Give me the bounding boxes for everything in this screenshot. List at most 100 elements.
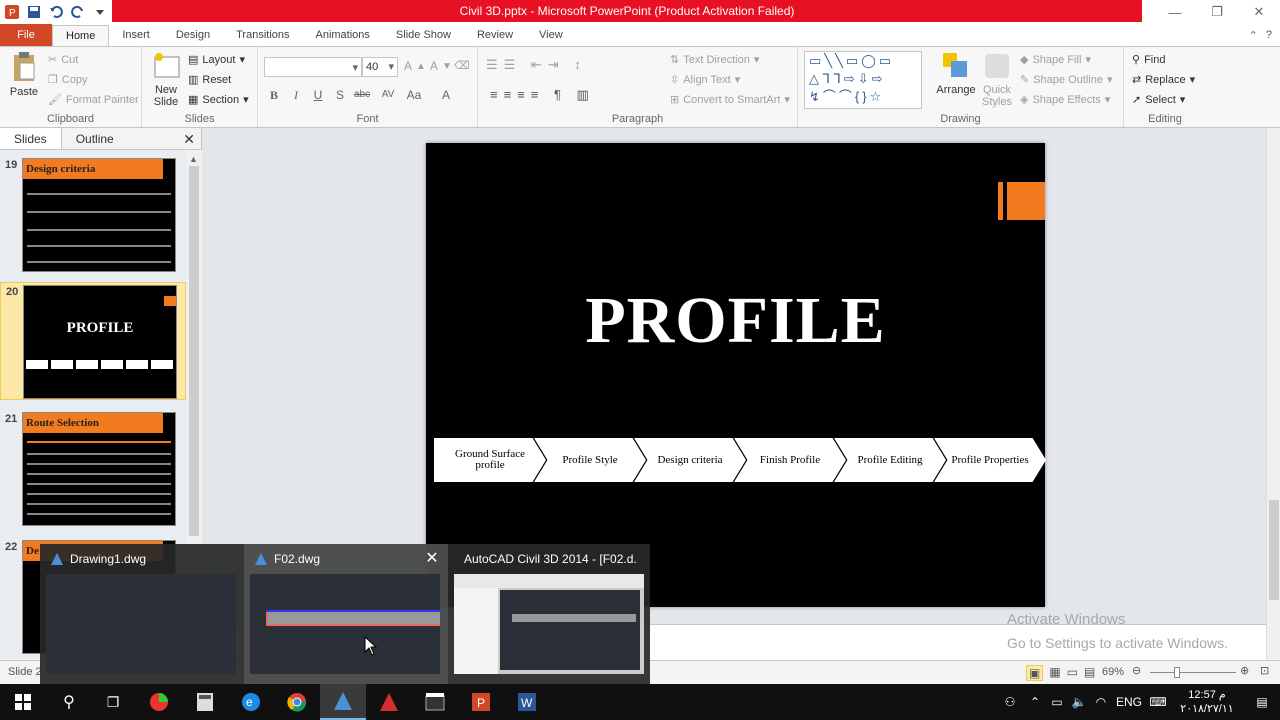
tab-design[interactable]: Design <box>163 24 223 46</box>
restore-icon[interactable]: ❐ <box>1196 0 1238 24</box>
process-step[interactable]: Profile Editing <box>834 438 946 482</box>
volume-icon[interactable]: 🔈 <box>1068 695 1090 709</box>
new-slide-button[interactable]: New Slide <box>148 51 184 108</box>
tab-review[interactable]: Review <box>464 24 526 46</box>
slide-thumbnail[interactable]: 19 Design criteria <box>0 156 186 274</box>
process-step[interactable]: Finish Profile <box>734 438 846 482</box>
clear-formatting-icon[interactable]: ⌫ <box>454 59 470 72</box>
font-grow-shrink-icons[interactable]: A ▲ A ▼ <box>404 59 452 73</box>
paste-button[interactable]: Paste <box>6 51 42 98</box>
shape-fill-button[interactable]: ◆ Shape Fill ▾ <box>1020 53 1091 67</box>
search-icon[interactable]: ⚲ <box>46 684 92 720</box>
powerpoint-icon[interactable]: P <box>458 684 504 720</box>
help-icon[interactable]: ? <box>1266 29 1272 41</box>
clock[interactable]: 12:57 م ٢٠١٨/٢٧/١١ <box>1170 688 1244 716</box>
slide-sorter-icon[interactable]: ▦ <box>1049 665 1060 681</box>
main-slide[interactable]: PROFILE Ground Surface profile Profile S… <box>426 143 1046 607</box>
tab-transitions[interactable]: Transitions <box>223 24 302 46</box>
tab-file[interactable]: File <box>0 24 52 46</box>
fit-slide-icon[interactable]: ⊡ <box>1260 664 1269 677</box>
minimize-ribbon-icon[interactable]: ⌃ <box>1249 29 1258 42</box>
tab-view[interactable]: View <box>526 24 576 46</box>
scroll-thumb[interactable] <box>189 166 199 536</box>
slide-title[interactable]: PROFILE <box>426 283 1045 359</box>
align-text-button[interactable]: ⇳ Align Text ▾ <box>670 73 740 87</box>
font-color-icon[interactable]: A <box>438 87 454 103</box>
change-case-icon[interactable]: Aa <box>406 87 422 103</box>
select-button[interactable]: ➚ Select ▾ <box>1132 93 1185 107</box>
quick-styles-button[interactable]: Quick Styles <box>978 51 1016 108</box>
close-panel-icon[interactable]: ✕ <box>183 128 201 149</box>
shadow-icon[interactable]: S <box>332 87 348 103</box>
wifi-icon[interactable]: ◠ <box>1090 695 1112 709</box>
section-button[interactable]: ▦ Section ▾ <box>188 93 249 107</box>
zoom-slider[interactable] <box>1150 672 1236 673</box>
taskbar-preview-hovered[interactable]: F02.dwg ✕ <box>244 544 448 684</box>
tab-home[interactable]: Home <box>52 25 110 46</box>
bold-icon[interactable]: B <box>266 87 282 103</box>
taskbar-app[interactable] <box>136 684 182 720</box>
editor-scrollbar[interactable] <box>1266 128 1280 660</box>
tab-slide-show[interactable]: Slide Show <box>383 24 464 46</box>
process-step[interactable]: Profile Properties <box>934 438 1046 482</box>
reading-view-icon[interactable]: ▭ <box>1067 665 1078 681</box>
character-spacing-icon[interactable]: AV <box>380 87 396 103</box>
italic-icon[interactable]: I <box>288 87 304 103</box>
undo-icon[interactable] <box>48 4 64 20</box>
shape-outline-button[interactable]: ✎ Shape Outline ▾ <box>1020 73 1112 87</box>
zoom-slider-thumb[interactable] <box>1174 667 1180 678</box>
font-name-combo[interactable]: ▾ <box>264 57 362 77</box>
word-icon[interactable]: W <box>504 684 550 720</box>
keyboard-icon[interactable]: ⌨ <box>1146 695 1170 709</box>
start-button[interactable] <box>0 684 46 720</box>
close-icon[interactable]: ✕ <box>1238 0 1280 24</box>
text-direction-button[interactable]: ⇅ Text Direction ▾ <box>670 53 759 67</box>
font-size-combo[interactable]: 40 ▾ <box>362 57 398 77</box>
normal-view-icon[interactable]: ▣ <box>1026 665 1044 681</box>
autocad-civil3d-icon[interactable] <box>320 684 366 720</box>
alignment-buttons[interactable]: ≡≡≡≡ ¶ ▥ <box>490 87 595 103</box>
replace-button[interactable]: ⇄ Replace ▾ <box>1132 73 1195 87</box>
edge-icon[interactable]: e <box>228 684 274 720</box>
format-painter-button[interactable]: 🖌 Format Painter <box>48 93 139 107</box>
strikethrough-icon[interactable]: abc <box>354 87 370 103</box>
slide-thumbnail[interactable]: 21 Route Selection <box>0 410 186 528</box>
task-view-icon[interactable]: ❐ <box>90 684 136 720</box>
process-step[interactable]: Ground Surface profile <box>434 438 546 482</box>
underline-icon[interactable]: U <box>310 87 326 103</box>
convert-smartart-button[interactable]: ⊞ Convert to SmartArt ▾ <box>670 93 790 107</box>
process-step[interactable]: Profile Style <box>534 438 646 482</box>
notifications-icon[interactable]: ▤ <box>1244 695 1280 709</box>
scroll-up-icon[interactable]: ▲ <box>189 154 198 164</box>
zoom-level[interactable]: 69% <box>1102 666 1124 678</box>
battery-icon[interactable]: ▭ <box>1046 695 1068 709</box>
zoom-in-icon[interactable]: ⊕ <box>1240 664 1249 677</box>
slide-thumbnail-selected[interactable]: 20 PROFILE <box>0 282 186 400</box>
find-button[interactable]: ⚲ Find <box>1132 53 1165 67</box>
cut-button[interactable]: ✂ Cut <box>48 53 78 67</box>
chrome-icon[interactable] <box>274 684 320 720</box>
zoom-out-icon[interactable]: ⊖ <box>1132 664 1141 677</box>
scroll-thumb[interactable] <box>1269 500 1279 600</box>
calculator-icon[interactable] <box>182 684 228 720</box>
shapes-gallery[interactable]: ▭╲╲▭◯▭ △ᒣᒣ⇨⇩⇨ ↯⌒⌒{}☆ <box>804 51 922 109</box>
tab-insert[interactable]: Insert <box>109 24 163 46</box>
video-editor-icon[interactable] <box>412 684 458 720</box>
customize-qat-icon[interactable] <box>92 4 108 20</box>
list-buttons[interactable]: ☰☰ ⇤⇥ ↕ <box>486 57 587 73</box>
taskbar-preview[interactable]: Drawing1.dwg <box>40 544 244 684</box>
tab-slides[interactable]: Slides <box>0 128 62 149</box>
autocad-icon[interactable] <box>366 684 412 720</box>
tab-outline[interactable]: Outline <box>62 128 128 149</box>
arrange-button[interactable]: Arrange <box>934 51 978 96</box>
redo-icon[interactable] <box>70 4 86 20</box>
tab-animations[interactable]: Animations <box>303 24 383 46</box>
powerpoint-app-icon[interactable]: P <box>4 4 20 20</box>
save-icon[interactable] <box>26 4 42 20</box>
process-step[interactable]: Design criteria <box>634 438 746 482</box>
taskbar-preview[interactable]: AutoCAD Civil 3D 2014 - [F02.d... <box>448 544 652 684</box>
layout-button[interactable]: ▤ Layout ▾ <box>188 53 245 67</box>
minimize-icon[interactable]: — <box>1154 0 1196 24</box>
people-icon[interactable]: ⚇ <box>996 695 1024 709</box>
copy-button[interactable]: ❐ Copy <box>48 73 88 87</box>
